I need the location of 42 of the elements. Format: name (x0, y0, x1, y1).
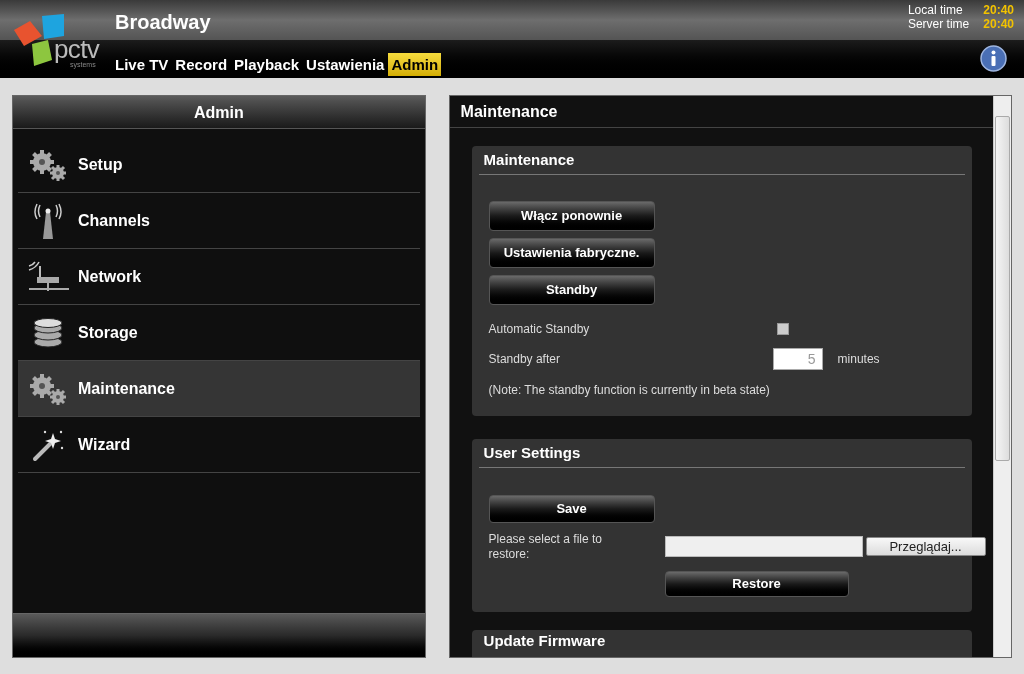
action-button[interactable]: Włącz ponownie (488, 201, 655, 231)
sidebar-item[interactable]: Maintenance (18, 361, 420, 417)
field-label: Standby after (488, 351, 561, 368)
note-text: (Note: The standby function is currently in beta state) (488, 382, 771, 399)
action-button[interactable]: Ustawienia fabryczne. (488, 238, 655, 268)
time-value: 20:40 (983, 3, 1014, 17)
action-button[interactable]: Standby (488, 275, 655, 305)
content-title: Maintenance (449, 96, 993, 128)
logo-text: pctv (54, 36, 100, 62)
restore-label: Please select a file to restore: (488, 532, 603, 562)
nav-tab[interactable]: Live TV (112, 53, 172, 76)
unit-label: minutes (837, 351, 880, 368)
nav-tab[interactable]: Admin (388, 53, 442, 76)
time-label: Server time (907, 17, 970, 31)
sidebar-item[interactable]: Wizard (18, 417, 420, 473)
section-title: Maintenance (478, 146, 965, 175)
checkbox[interactable] (776, 323, 789, 335)
save-button[interactable]: Save (488, 495, 655, 523)
sidebar-item[interactable]: Channels (18, 193, 420, 249)
nav-tab[interactable]: Ustawienia (303, 53, 388, 76)
nav-tab[interactable]: Record (172, 53, 231, 76)
sidebar-item[interactable]: Network (18, 249, 420, 305)
field-label: Automatic Standby (488, 321, 591, 338)
app-title: Broadway (115, 10, 211, 34)
restore-button[interactable]: Restore (664, 571, 849, 597)
section-title: Update Firmware (482, 631, 607, 651)
router-icon (27, 259, 69, 294)
gears-icon (27, 147, 69, 182)
file-field[interactable] (664, 536, 863, 557)
antenna-icon (32, 201, 64, 240)
browse-button[interactable]: Przeglądaj... (865, 537, 986, 556)
info-icon[interactable] (980, 45, 1007, 72)
scrollbar-thumb[interactable] (995, 116, 1010, 461)
database-icon (33, 317, 63, 348)
time-value: 20:40 (983, 17, 1014, 31)
time-label: Local time (907, 3, 964, 17)
sidebar-title: Admin (13, 96, 425, 129)
nav-tab[interactable]: Playback (231, 53, 303, 76)
sidebar-item[interactable]: Setup (18, 137, 420, 193)
section-title: User Settings (478, 439, 965, 468)
gears-icon (27, 371, 69, 406)
scrollbar[interactable] (993, 96, 1011, 657)
